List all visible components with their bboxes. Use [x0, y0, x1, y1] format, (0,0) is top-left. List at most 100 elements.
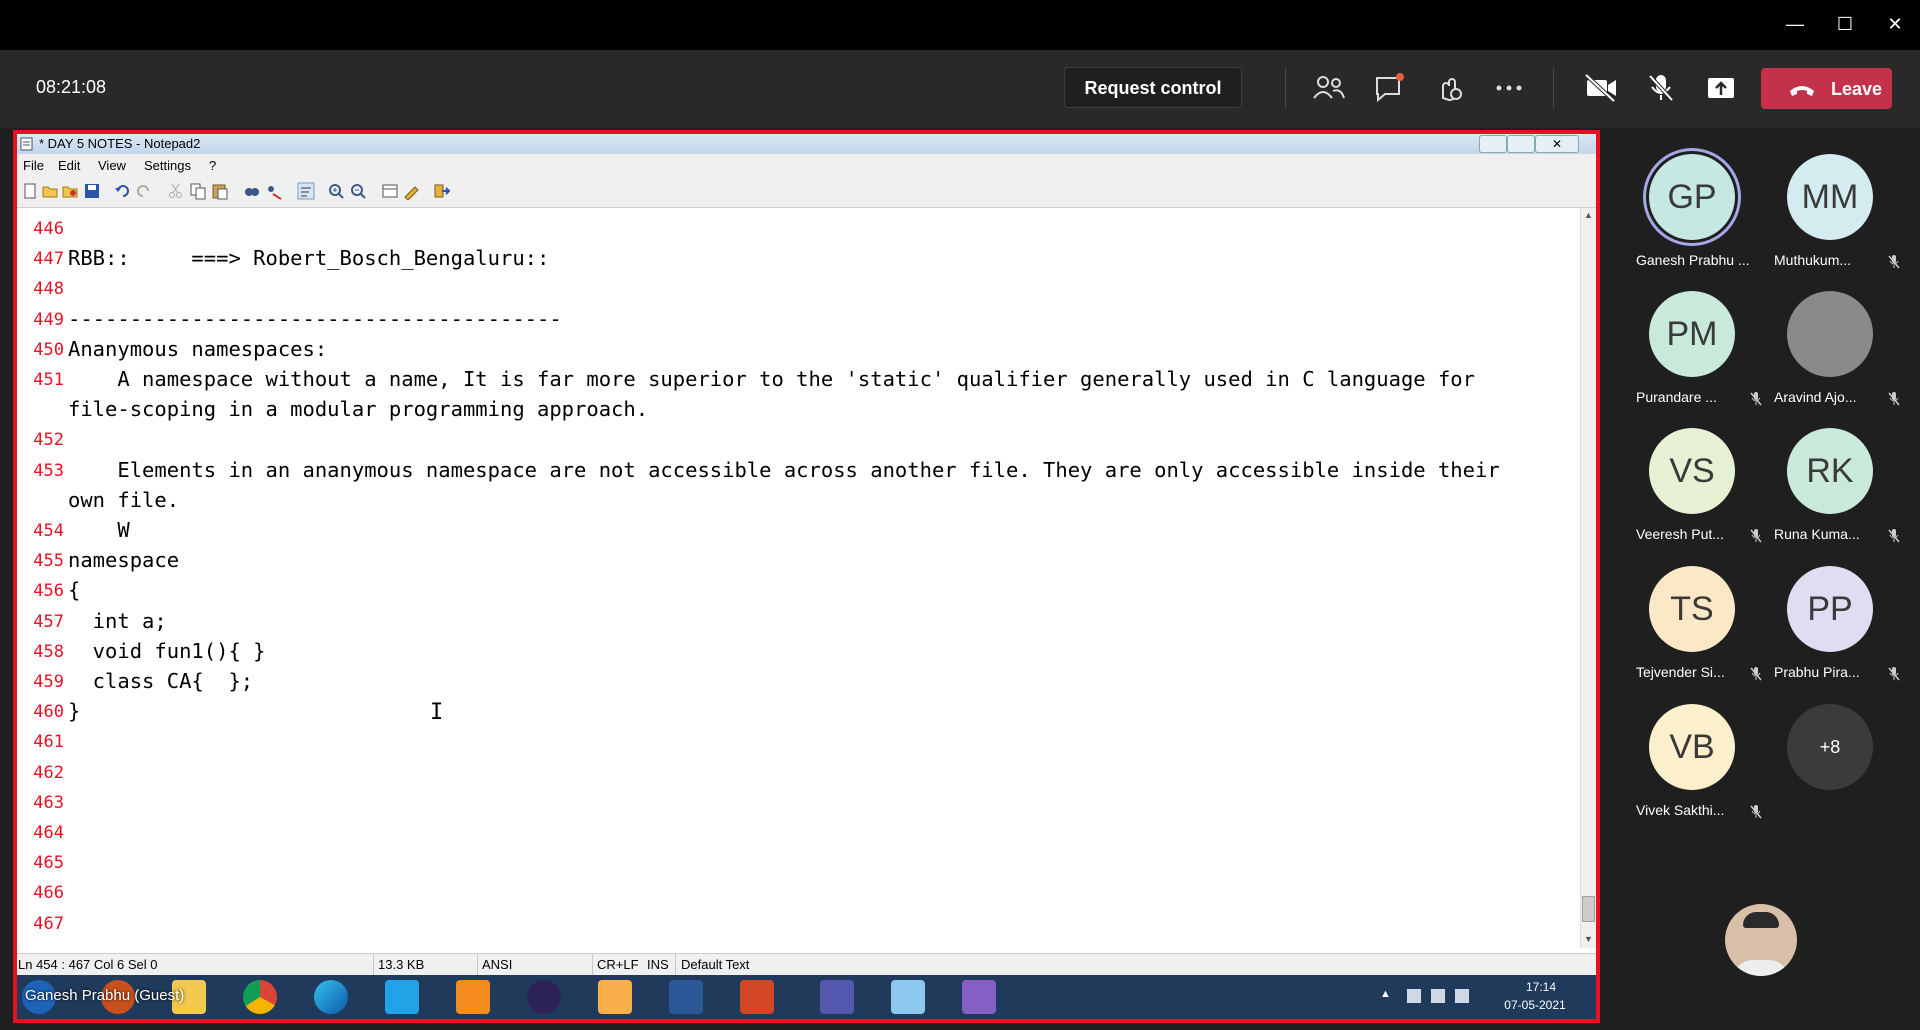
exit-icon[interactable] [433, 182, 451, 200]
network-icon[interactable] [1431, 989, 1445, 1003]
code-line: int a; [68, 608, 167, 633]
line-number: 452 [33, 430, 64, 451]
vscode-icon[interactable] [385, 980, 419, 1014]
participant-avatar[interactable]: VS [1649, 428, 1735, 514]
system-clock-date[interactable]: 07-05-2021 [1495, 998, 1575, 1012]
tray-device-icon[interactable] [1407, 989, 1421, 1003]
self-shirt [1733, 960, 1789, 976]
code-line: ---------------------------------------- [68, 306, 562, 331]
leave-button[interactable]: Leave [1761, 68, 1892, 109]
menu-file[interactable]: File [23, 158, 44, 173]
code-line: W [68, 518, 130, 542]
cut-icon[interactable] [167, 182, 185, 200]
participant-name: Ganesh Prabhu ... [1636, 252, 1750, 268]
code-line: class CA{ }; [68, 669, 254, 693]
vertical-scrollbar[interactable]: ▲ ▼ [1580, 208, 1596, 948]
teams-icon[interactable] [820, 980, 854, 1014]
menu-settings[interactable]: Settings [144, 158, 191, 173]
find-icon[interactable] [243, 182, 261, 200]
notepad-minimize-button[interactable] [1479, 135, 1507, 153]
participant-name: Veeresh Put... [1636, 526, 1724, 542]
status-divider [592, 954, 593, 975]
participant-avatar[interactable]: MM [1787, 154, 1873, 240]
status-size: 13.3 KB [378, 957, 425, 972]
participant-avatar[interactable]: TS [1649, 566, 1735, 652]
paste-icon[interactable] [211, 182, 229, 200]
line-number: 451 [33, 370, 64, 390]
close-button[interactable]: ✕ [1870, 0, 1920, 50]
notepad-maximize-button[interactable] [1507, 135, 1535, 153]
notepad-app-icon [20, 137, 33, 151]
volume-icon[interactable] [1455, 989, 1469, 1003]
edge-icon[interactable] [314, 980, 348, 1014]
text-editor[interactable]: 446 447 448 449 450 451 452 453 454 455 456 457 458 4… [17, 208, 1580, 948]
request-control-button[interactable]: Request control [1064, 67, 1242, 108]
browse-icon[interactable] [61, 182, 79, 200]
system-clock-time[interactable]: 17:14 [1511, 980, 1571, 994]
redo-icon[interactable] [135, 182, 153, 200]
copy-icon[interactable] [189, 182, 207, 200]
visual-studio-icon[interactable] [962, 980, 996, 1014]
reactions-icon[interactable] [1429, 70, 1469, 106]
self-view-avatar[interactable] [1725, 904, 1797, 976]
word-wrap-icon[interactable] [297, 182, 315, 200]
undo-icon[interactable] [113, 182, 131, 200]
powerpoint-icon[interactable] [740, 980, 774, 1014]
line-number: 466 [33, 883, 64, 904]
sublime-icon[interactable] [456, 980, 490, 1014]
status-scheme[interactable]: Default Text [681, 957, 749, 972]
more-icon[interactable] [1489, 70, 1529, 106]
scroll-down-arrow-icon[interactable]: ▼ [1584, 934, 1593, 944]
status-divider [373, 954, 374, 975]
new-file-icon[interactable] [21, 182, 39, 200]
participant-avatar[interactable]: PP [1787, 566, 1873, 652]
menu-edit[interactable]: Edit [58, 158, 80, 173]
participant-avatar[interactable]: RK [1787, 428, 1873, 514]
participant-avatar[interactable]: GP [1649, 154, 1735, 240]
scrollbar-thumb[interactable] [1582, 896, 1595, 922]
mic-muted-icon [1888, 667, 1900, 681]
participant-name: Tejvender Si... [1636, 664, 1725, 680]
notepad-taskbar-icon[interactable] [891, 980, 925, 1014]
zoom-out-icon[interactable] [349, 182, 367, 200]
status-divider [675, 954, 676, 975]
participant-avatar[interactable] [1787, 291, 1873, 377]
code-line: RBB:: ===> Robert_Bosch_Bengaluru:: [68, 246, 550, 271]
participant-name: Runa Kuma... [1774, 526, 1860, 542]
menu-help[interactable]: ? [209, 158, 216, 173]
notepad-title: * DAY 5 NOTES - Notepad2 [39, 136, 201, 151]
minimize-button[interactable]: — [1770, 0, 1820, 50]
toolbar-divider [1285, 68, 1286, 108]
people-icon[interactable] [1309, 70, 1349, 106]
more-participants-button[interactable]: +8 [1787, 704, 1873, 790]
participant-avatar[interactable]: PM [1649, 291, 1735, 377]
customize-icon[interactable] [403, 182, 421, 200]
replace-icon[interactable] [265, 182, 283, 200]
tray-chevron-icon[interactable]: ▲ [1380, 988, 1391, 1000]
share-screen-icon[interactable] [1701, 70, 1741, 106]
eclipse-icon[interactable] [527, 980, 561, 1014]
save-icon[interactable] [83, 182, 101, 200]
status-position: Ln 454 : 467 Col 6 Sel 0 [18, 957, 158, 972]
notepad-close-button[interactable]: ✕ [1535, 135, 1579, 153]
chrome-icon[interactable] [243, 980, 277, 1014]
participant-name: Prabhu Pira... [1774, 664, 1860, 680]
participant-avatar[interactable]: VB [1649, 704, 1735, 790]
scroll-up-arrow-icon[interactable]: ▲ [1584, 210, 1593, 220]
status-encoding[interactable]: ANSI [482, 957, 512, 972]
participant-name: Purandare ... [1636, 389, 1717, 405]
camera-off-icon[interactable] [1581, 70, 1621, 106]
code-line: Elements in an ananymous namespace are n… [68, 457, 1500, 482]
media-player-icon[interactable] [598, 980, 632, 1014]
chat-icon[interactable] [1369, 70, 1409, 106]
word-icon[interactable] [669, 980, 703, 1014]
scheme-icon[interactable] [381, 182, 399, 200]
line-number: 455 [33, 551, 64, 572]
maximize-button[interactable]: ☐ [1820, 0, 1870, 50]
code-line: namespace [68, 548, 180, 573]
open-folder-icon[interactable] [41, 182, 59, 200]
status-eol[interactable]: CR+LF [597, 957, 639, 972]
mic-off-icon[interactable] [1641, 70, 1681, 106]
menu-view[interactable]: View [98, 158, 126, 173]
zoom-in-icon[interactable] [327, 182, 345, 200]
